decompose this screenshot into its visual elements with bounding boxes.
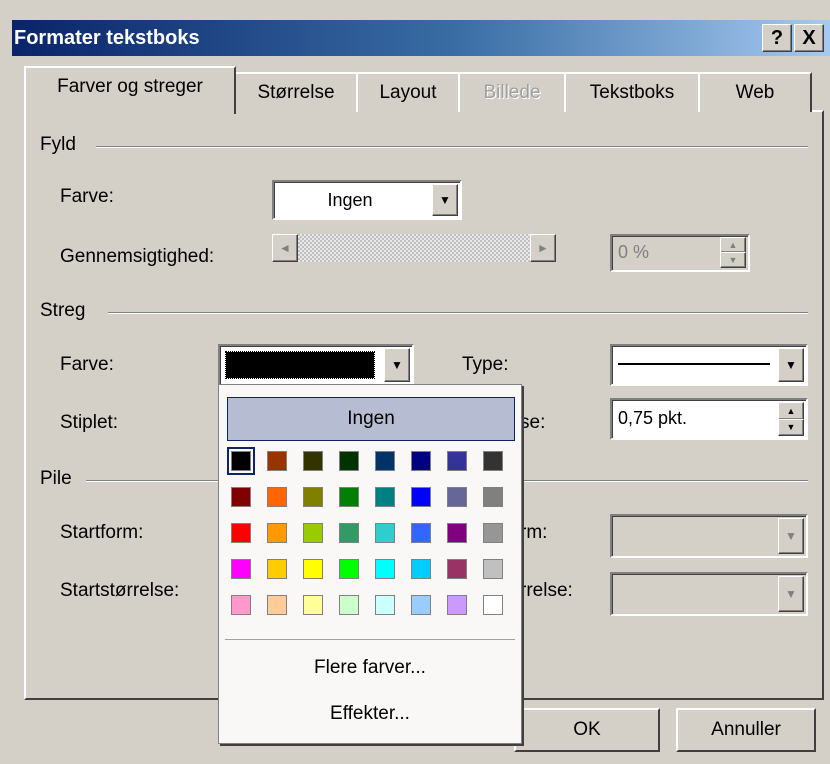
fill-group-rule bbox=[96, 146, 808, 148]
color-swatch[interactable] bbox=[483, 487, 503, 507]
transparency-value: 0 % bbox=[618, 242, 650, 262]
no-color-button[interactable]: Ingen bbox=[227, 397, 515, 441]
close-button[interactable]: X bbox=[794, 24, 824, 52]
color-swatch[interactable] bbox=[231, 523, 251, 543]
color-picker-popup: Ingen Flere farver... Effekter... bbox=[218, 384, 522, 744]
fill-legend: Fyld bbox=[40, 134, 84, 156]
color-swatch[interactable] bbox=[231, 595, 251, 615]
line-weight-label: se: bbox=[520, 412, 546, 433]
transparency-spinner: 0 % ▲ ▼ bbox=[610, 234, 750, 272]
line-group-rule bbox=[108, 312, 808, 314]
color-swatch[interactable] bbox=[411, 559, 431, 579]
color-swatch[interactable] bbox=[227, 447, 255, 475]
color-swatch[interactable] bbox=[483, 595, 503, 615]
color-swatch[interactable] bbox=[303, 523, 323, 543]
arrows-legend: Pile bbox=[40, 468, 80, 490]
spin-down-icon[interactable]: ▼ bbox=[778, 419, 804, 436]
color-swatch[interactable] bbox=[375, 487, 395, 507]
color-swatch[interactable] bbox=[375, 595, 395, 615]
color-swatch[interactable] bbox=[231, 487, 251, 507]
end-size-label: rrelse: bbox=[520, 580, 573, 601]
color-swatch[interactable] bbox=[339, 595, 359, 615]
line-type-preview bbox=[618, 363, 770, 365]
tab-farver-og-streger[interactable]: Farver og streger bbox=[24, 66, 236, 114]
more-colors-item[interactable]: Flere farver... bbox=[219, 657, 521, 679]
color-swatch[interactable] bbox=[231, 559, 251, 579]
color-swatch[interactable] bbox=[267, 559, 287, 579]
line-type-dropdown[interactable]: ▼ bbox=[610, 344, 808, 386]
spin-up-icon[interactable]: ▲ bbox=[778, 402, 804, 420]
chevron-down-icon[interactable]: ▼ bbox=[384, 348, 410, 382]
spin-down-icon: ▼ bbox=[720, 252, 746, 268]
color-swatch[interactable] bbox=[411, 595, 431, 615]
start-form-label: Startform: bbox=[60, 522, 144, 543]
color-swatch[interactable] bbox=[267, 595, 287, 615]
scroll-left-icon: ◄ bbox=[272, 234, 298, 262]
color-palette bbox=[227, 447, 511, 629]
color-swatch[interactable] bbox=[411, 451, 431, 471]
line-color-swatch bbox=[225, 351, 375, 379]
chevron-down-icon: ▼ bbox=[778, 518, 804, 554]
ok-button[interactable]: OK bbox=[514, 708, 660, 752]
tab-tekstboks[interactable]: Tekstboks bbox=[564, 72, 700, 112]
line-weight-spinner[interactable]: 0,75 pkt. ▲ ▼ bbox=[610, 398, 808, 440]
line-color-label: Farve: bbox=[60, 354, 114, 375]
fill-color-value: Ingen bbox=[327, 190, 373, 210]
color-swatch[interactable] bbox=[411, 487, 431, 507]
color-swatch[interactable] bbox=[375, 559, 395, 579]
fill-color-dropdown[interactable]: Ingen ▼ bbox=[272, 180, 462, 220]
tab-billede: Billede bbox=[458, 72, 566, 112]
color-swatch[interactable] bbox=[339, 487, 359, 507]
chevron-down-icon[interactable]: ▼ bbox=[778, 348, 804, 382]
chevron-down-icon: ▼ bbox=[778, 576, 804, 612]
color-swatch[interactable] bbox=[267, 487, 287, 507]
tab-stoerrelse[interactable]: Størrelse bbox=[234, 72, 358, 112]
transparency-slider: ◄ ► bbox=[272, 234, 556, 262]
color-swatch[interactable] bbox=[447, 559, 467, 579]
effects-item[interactable]: Effekter... bbox=[219, 703, 521, 725]
line-weight-value: 0,75 pkt. bbox=[618, 408, 688, 428]
color-swatch[interactable] bbox=[375, 523, 395, 543]
start-size-label: Startstørrelse: bbox=[60, 580, 180, 601]
tab-layout[interactable]: Layout bbox=[356, 72, 460, 112]
color-swatch[interactable] bbox=[447, 451, 467, 471]
help-button[interactable]: ? bbox=[762, 24, 792, 52]
color-swatch[interactable] bbox=[303, 487, 323, 507]
line-dashed-label: Stiplet: bbox=[60, 412, 119, 433]
tab-web[interactable]: Web bbox=[698, 72, 812, 112]
color-swatch[interactable] bbox=[375, 451, 395, 471]
transparency-label: Gennemsigtighed: bbox=[60, 246, 215, 267]
line-color-dropdown[interactable]: ▼ bbox=[218, 344, 414, 386]
color-swatch[interactable] bbox=[483, 559, 503, 579]
spin-up-icon: ▲ bbox=[720, 237, 746, 253]
end-form-dropdown: ▼ bbox=[610, 514, 808, 558]
color-swatch[interactable] bbox=[447, 523, 467, 543]
color-swatch[interactable] bbox=[339, 451, 359, 471]
color-swatch[interactable] bbox=[447, 487, 467, 507]
color-swatch[interactable] bbox=[483, 523, 503, 543]
cancel-button[interactable]: Annuller bbox=[676, 708, 816, 752]
color-swatch[interactable] bbox=[303, 559, 323, 579]
line-legend: Streg bbox=[40, 300, 94, 322]
color-swatch[interactable] bbox=[267, 523, 287, 543]
fill-color-label: Farve: bbox=[60, 186, 114, 207]
window-title: Formater tekstboks bbox=[14, 27, 200, 49]
end-size-dropdown: ▼ bbox=[610, 572, 808, 616]
popup-divider bbox=[225, 639, 515, 640]
color-swatch[interactable] bbox=[483, 451, 503, 471]
scroll-right-icon: ► bbox=[530, 234, 556, 262]
color-swatch[interactable] bbox=[411, 523, 431, 543]
color-swatch[interactable] bbox=[303, 595, 323, 615]
end-form-label: rm: bbox=[520, 522, 548, 543]
color-swatch[interactable] bbox=[339, 559, 359, 579]
color-swatch[interactable] bbox=[267, 451, 287, 471]
color-swatch[interactable] bbox=[447, 595, 467, 615]
chevron-down-icon[interactable]: ▼ bbox=[432, 184, 458, 216]
line-type-label: Type: bbox=[462, 354, 509, 375]
color-swatch[interactable] bbox=[303, 451, 323, 471]
color-swatch[interactable] bbox=[339, 523, 359, 543]
